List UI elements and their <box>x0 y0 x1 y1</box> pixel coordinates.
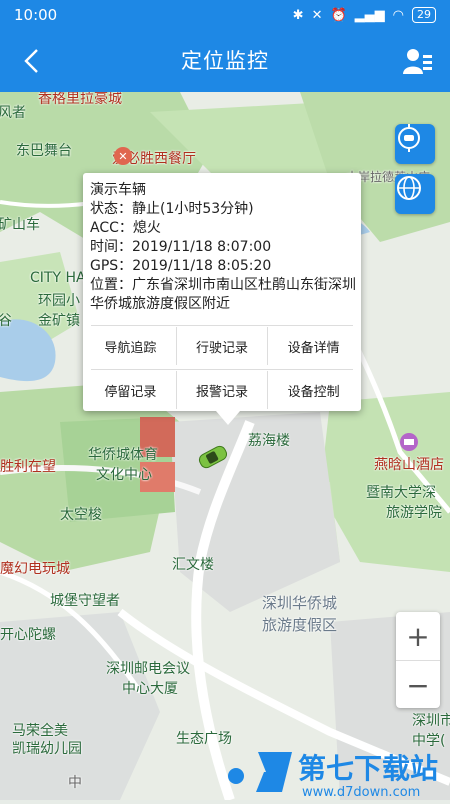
status-bar: 10:00 ✱ ✕ ⏰ ▂▄▆ ◠ 29 <box>0 0 450 30</box>
map-label: 中心大厦 <box>122 681 178 697</box>
zoom-out-button[interactable]: − <box>396 661 440 709</box>
map-label: 开心陀螺 <box>0 627 56 643</box>
status-icons: ✱ ✕ ⏰ ▂▄▆ ◠ 29 <box>293 7 436 23</box>
map-label: 金矿镇 <box>38 313 80 329</box>
svg-text:第七下载站: 第七下载站 <box>298 752 438 785</box>
address-row: 位置：广东省深圳市南山区杜鹃山东街深圳华侨城旅游度假区附近 <box>90 277 356 312</box>
hotel-icon <box>400 433 418 451</box>
top-navbar: 定位监控 <box>0 30 450 92</box>
wifi-icon: ◠ <box>392 7 404 23</box>
mute-icon: ✕ <box>311 7 323 23</box>
user-list-button[interactable] <box>398 42 438 80</box>
map-label: 深圳市 <box>412 713 450 729</box>
device-detail-button[interactable]: 设备详情 <box>267 327 359 365</box>
map-label: 深圳华侨城 <box>262 594 338 612</box>
map-label: 深圳邮电会议 <box>106 661 190 677</box>
map-label: 城堡守望者 <box>50 593 120 609</box>
divider <box>91 369 353 370</box>
map-label: 马荣全美 <box>12 723 68 739</box>
car-marker-icon[interactable] <box>196 445 230 469</box>
battery-icon: 29 <box>412 7 436 23</box>
watermark-logo: 第七下载站 www.d7down.com <box>256 752 438 800</box>
map-label: 生态广场 <box>176 731 232 747</box>
map-label: 环园小 <box>38 293 80 309</box>
action-row-2: 停留记录 报警记录 设备控制 <box>85 371 359 409</box>
map-layer-button[interactable] <box>395 174 435 214</box>
svg-text:✕: ✕ <box>118 150 127 163</box>
acc-row: ACC：熄火 <box>90 220 161 236</box>
map-label: 风者 <box>0 105 26 121</box>
signal-icon: ▂▄▆ <box>354 7 385 23</box>
map-label: 燕晗山酒店 <box>374 457 444 473</box>
map-locate-icon <box>398 124 420 152</box>
gps-row: GPS：2019/11/18 8:05:20 <box>90 258 272 274</box>
globe-icon <box>397 176 421 200</box>
driving-record-button[interactable]: 行驶记录 <box>175 327 268 365</box>
divider <box>91 325 353 326</box>
map-label: CITY HA <box>30 270 86 286</box>
zoom-in-button[interactable]: + <box>396 612 440 661</box>
map-label: 香格里拉豪城 <box>38 92 122 107</box>
bluetooth-icon: ✱ <box>292 7 304 23</box>
alarm-record-button[interactable]: 报警记录 <box>175 371 268 409</box>
user-list-icon <box>403 49 432 74</box>
action-row-1: 导航追踪 行驶记录 设备详情 <box>85 327 359 365</box>
nav-track-button[interactable]: 导航追踪 <box>85 327 176 365</box>
map-label: 汇文楼 <box>172 557 214 573</box>
map-label: 暨南大学深 <box>366 485 436 501</box>
device-control-button[interactable]: 设备控制 <box>267 371 359 409</box>
map-label: 文化中心 <box>96 467 152 483</box>
zoom-controls: + − <box>396 612 440 708</box>
status-time: 10:00 <box>14 6 58 24</box>
alarm-icon: ⏰ <box>330 7 347 23</box>
map-label: 胜利在望 <box>0 459 56 475</box>
map-label: 东巴舞台 <box>16 143 72 159</box>
map-label: 魔幻电玩城 <box>0 561 70 577</box>
map-label: 荔海楼 <box>248 433 290 449</box>
map-label: 华侨城体育 <box>88 447 158 463</box>
map-label: 旅游学院 <box>386 505 442 521</box>
stop-record-button[interactable]: 停留记录 <box>85 371 176 409</box>
map-label: 谷 <box>0 313 12 329</box>
page-title: 定位监控 <box>181 49 269 73</box>
time-row: 时间：2019/11/18 8:07:00 <box>90 239 272 255</box>
map-label: 凯瑞幼儿园 <box>12 741 82 757</box>
restaurant-icon: ✕ <box>114 147 132 165</box>
vehicle-info-popup: 演示车辆 状态：静止(1小时53分钟) ACC：熄火 时间：2019/11/18… <box>83 173 361 425</box>
map-label: 太空梭 <box>60 507 102 523</box>
map-label: 矿山车 <box>0 217 40 233</box>
status-row: 状态：静止(1小时53分钟) <box>90 201 254 217</box>
svg-text:www.d7down.com: www.d7down.com <box>302 785 420 800</box>
vehicle-name: 演示车辆 <box>90 182 146 198</box>
map-label: 中 <box>68 775 82 791</box>
watermark: 第七下载站 www.d7down.com <box>252 742 450 800</box>
vehicle-info: 演示车辆 状态：静止(1小时53分钟) ACC：熄火 时间：2019/11/18… <box>90 181 356 314</box>
locate-button[interactable] <box>395 124 435 164</box>
map-label: 旅游度假区 <box>262 616 338 634</box>
